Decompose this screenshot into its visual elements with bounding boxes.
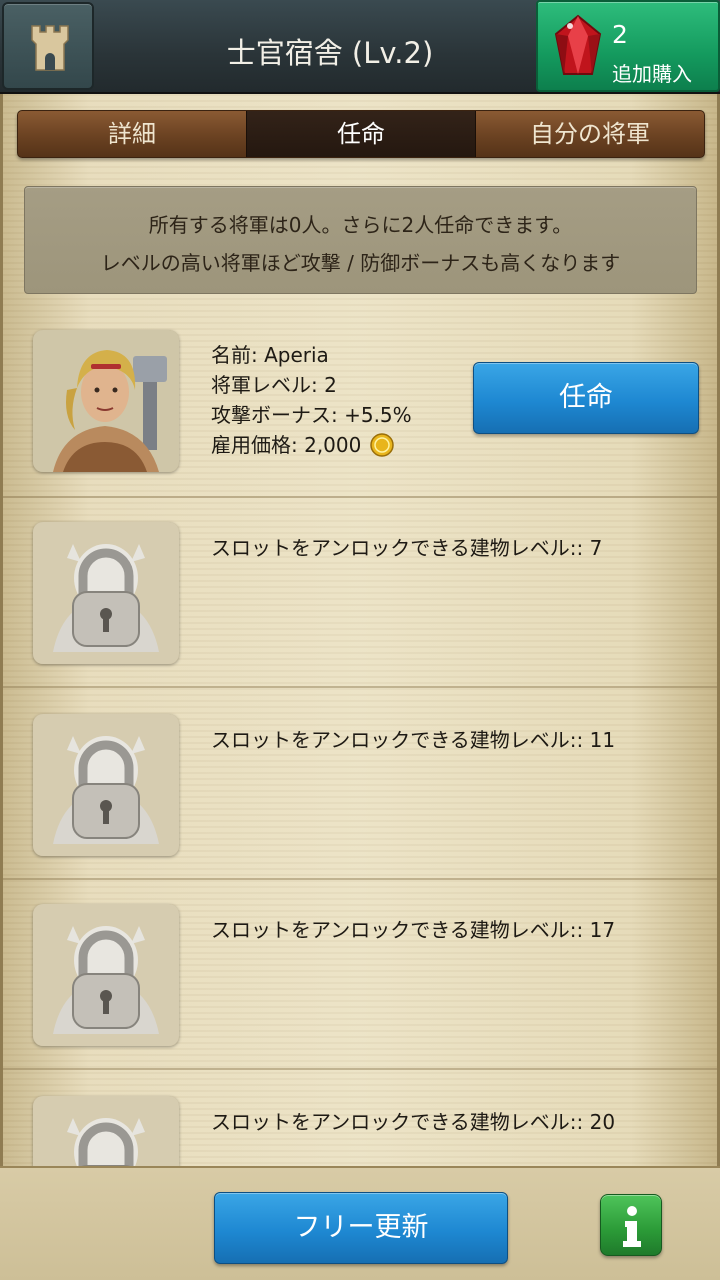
hero-row: 名前: Aperia 将軍レベル: 2 攻撃ボーナス: +5.5% 雇用価格: … — [3, 306, 717, 498]
locked-slot-row: スロットをアンロックできる建物レベル:: 17 — [3, 880, 717, 1070]
info-icon — [623, 1206, 641, 1247]
unlock-requirement: スロットをアンロックできる建物レベル:: 7 — [211, 536, 603, 560]
gem-count: 2 — [612, 20, 628, 49]
info-button[interactable] — [600, 1194, 662, 1256]
free-refresh-button[interactable]: フリー更新 — [214, 1192, 508, 1264]
padlock-icon — [33, 714, 179, 856]
hero-price: 雇用価格: 2,000 — [211, 433, 362, 457]
locked-slot-portrait — [33, 522, 179, 664]
padlock-icon — [33, 522, 179, 664]
info-line-2: レベルの高い将軍ほど攻撃 / 防御ボーナスも高くなります — [100, 251, 621, 275]
padlock-icon — [33, 904, 179, 1046]
page-title: 士官宿舎 (Lv.2) — [226, 36, 434, 70]
appoint-button[interactable]: 任命 — [473, 362, 699, 434]
tab-details[interactable]: 詳細 — [18, 111, 246, 157]
locked-slot-portrait — [33, 714, 179, 856]
castle-tower-icon — [31, 25, 69, 71]
tab-appoint[interactable]: 任命 — [246, 111, 476, 157]
bottom-bar: フリー更新 — [0, 1166, 720, 1280]
info-box: 所有する将軍は0人。さらに2人任命できます。 レベルの高い将軍ほど攻撃 / 防御… — [24, 186, 697, 294]
hero-attack-bonus: 攻撃ボーナス: +5.5% — [211, 403, 412, 427]
hero-stats: 名前: Aperia 将軍レベル: 2 攻撃ボーナス: +5.5% 雇用価格: … — [211, 340, 412, 460]
padlock-icon — [33, 1096, 179, 1166]
red-gem-icon — [554, 14, 602, 75]
home-button[interactable] — [2, 2, 94, 90]
locked-slot-portrait — [33, 1096, 179, 1166]
hero-price-line: 雇用価格: 2,000 — [211, 430, 412, 460]
tab-my-generals[interactable]: 自分の将軍 — [476, 111, 704, 157]
unlock-requirement: スロットをアンロックできる建物レベル:: 11 — [211, 728, 616, 752]
buy-gems-button[interactable]: 2 追加購入 — [536, 0, 720, 92]
tab-bar: 詳細 任命 自分の将軍 — [17, 110, 705, 158]
locked-slot-row: スロットをアンロックできる建物レベル:: 11 — [3, 690, 717, 880]
locked-slot-row: スロットをアンロックできる建物レベル:: 20 — [3, 1072, 717, 1166]
locked-slot-row: スロットをアンロックできる建物レベル:: 7 — [3, 498, 717, 688]
unlock-requirement: スロットをアンロックできる建物レベル:: 20 — [211, 1110, 616, 1134]
gold-coin-icon — [370, 433, 395, 457]
buy-label: 追加購入 — [612, 62, 692, 86]
unlock-requirement: スロットをアンロックできる建物レベル:: 17 — [211, 918, 616, 942]
hero-level: 将軍レベル: 2 — [211, 373, 337, 397]
locked-slot-portrait — [33, 904, 179, 1046]
top-bar: 士官宿舎 (Lv.2) 2 追加購入 — [0, 0, 720, 94]
hero-name: 名前: Aperia — [211, 343, 329, 367]
hero-portrait — [33, 330, 179, 472]
info-line-1: 所有する将軍は0人。さらに2人任命できます。 — [148, 213, 573, 237]
